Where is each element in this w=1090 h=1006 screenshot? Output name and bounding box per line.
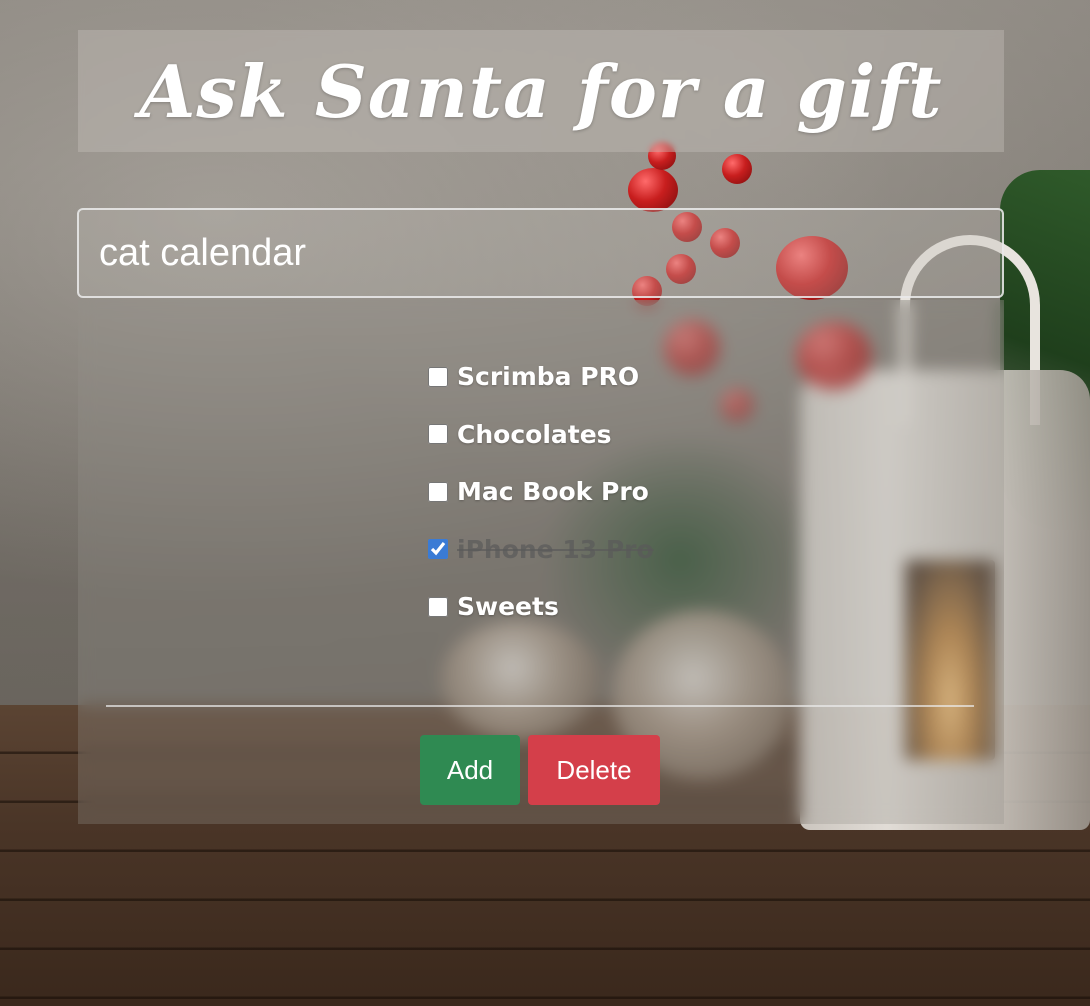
gift-label: Chocolates	[457, 419, 612, 449]
gift-checkbox[interactable]	[428, 596, 448, 617]
divider	[106, 705, 974, 707]
gift-item-sweets: Sweets	[428, 578, 654, 636]
gift-item-mac-book-pro: Mac Book Pro	[428, 463, 654, 521]
gift-item-chocolates: Chocolates	[428, 406, 654, 464]
gift-checkbox[interactable]	[428, 539, 448, 560]
gift-list: Scrimba PRO Chocolates Mac Book Pro iPho…	[428, 348, 654, 636]
delete-button[interactable]: Delete	[528, 735, 660, 805]
gift-checkbox[interactable]	[428, 424, 448, 445]
gift-label: Mac Book Pro	[457, 477, 649, 507]
gift-input[interactable]	[77, 208, 1004, 298]
gift-label: Scrimba PRO	[457, 362, 640, 392]
gift-label: Sweets	[457, 592, 559, 622]
gift-label: iPhone 13 Pro	[457, 534, 654, 564]
gift-checkbox[interactable]	[428, 366, 448, 387]
page-title: Ask Santa for a gift	[139, 48, 943, 134]
gift-item-scrimba-pro: Scrimba PRO	[428, 348, 654, 406]
gift-item-iphone-13-pro: iPhone 13 Pro	[428, 521, 654, 579]
gift-checkbox[interactable]	[428, 481, 448, 502]
add-button[interactable]: Add	[420, 735, 520, 805]
